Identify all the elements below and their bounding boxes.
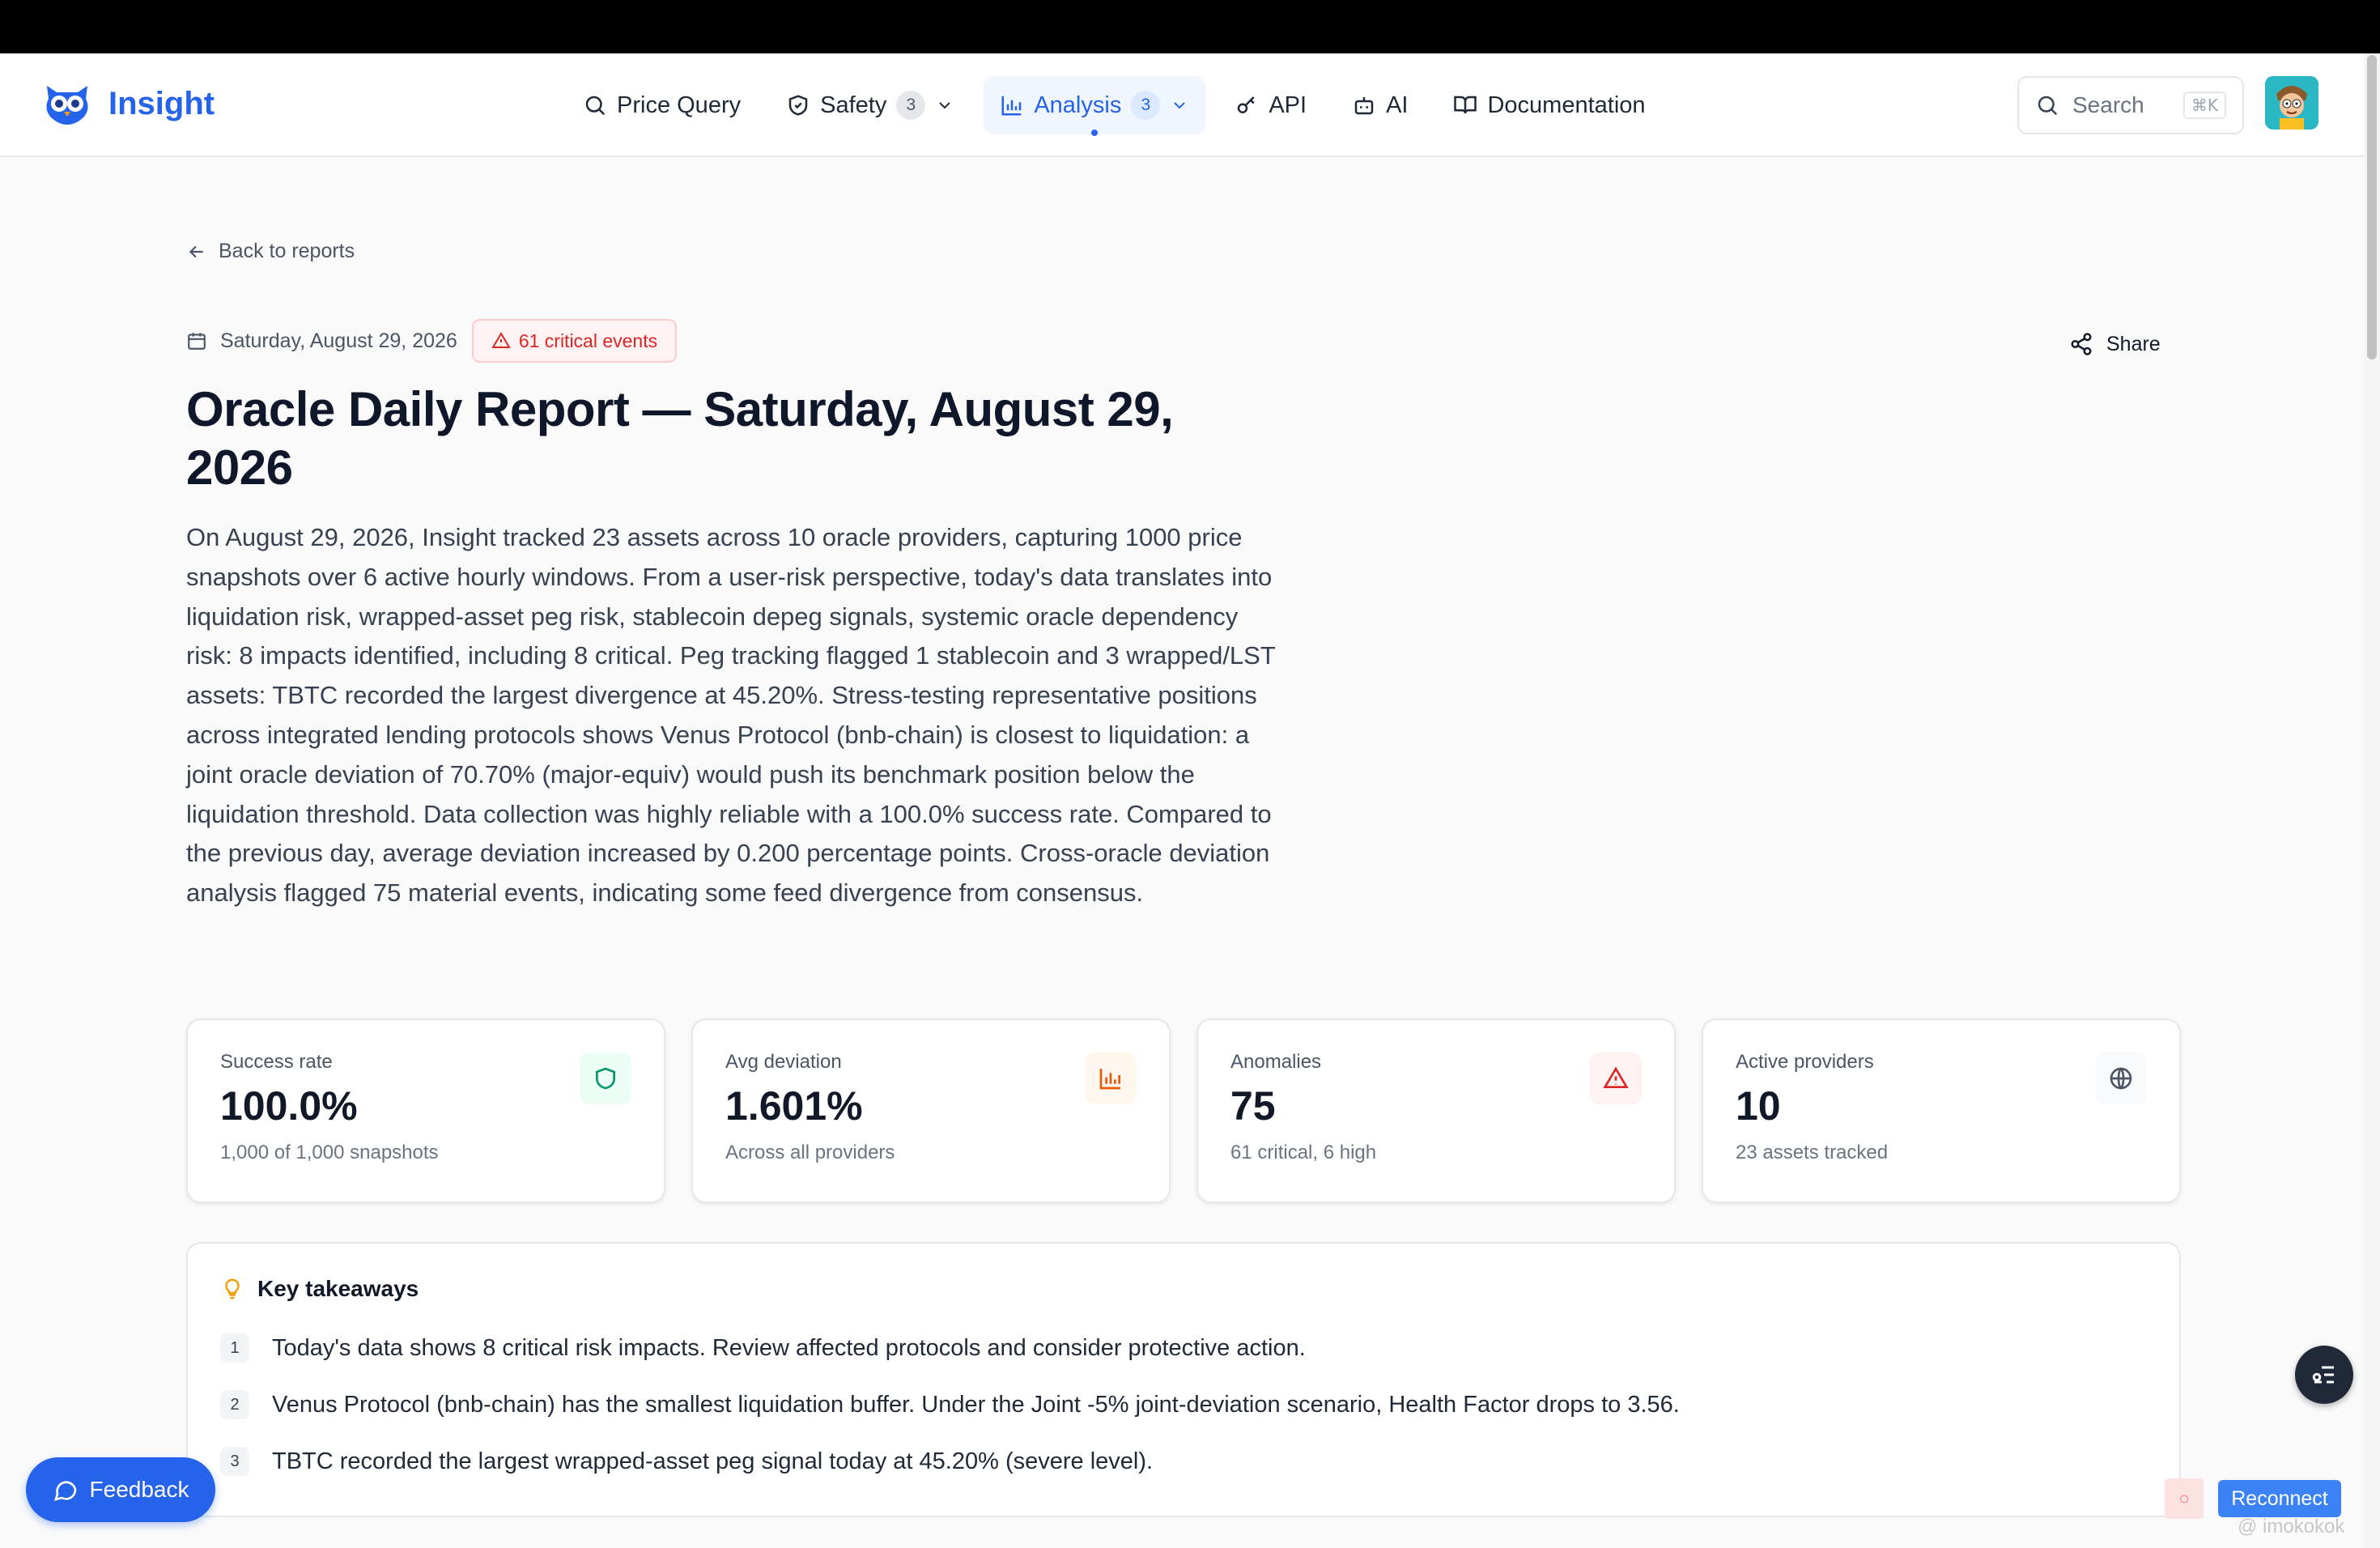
stat-icon-box (1590, 1053, 1642, 1104)
shield-icon (596, 1067, 615, 1090)
nav-price-query[interactable]: Price Query (567, 76, 757, 134)
search-button[interactable]: Search ⌘K (2017, 76, 2244, 134)
critical-events-badge: 61 critical events (471, 319, 678, 363)
bar-chart-icon (1001, 96, 1022, 116)
watermark: @ imokokok (2238, 1516, 2345, 1537)
app-logo[interactable]: Insight (42, 81, 215, 126)
nav-label: Safety (820, 91, 887, 118)
stat-label: Avg deviation (725, 1051, 842, 1073)
report-date: Saturday, August 29, 2026 (220, 329, 457, 352)
nav-badge: 3 (896, 91, 926, 120)
user-avatar-icon (2265, 76, 2318, 130)
stat-icon-box (2095, 1053, 2147, 1104)
alert-triangle-icon (491, 332, 511, 348)
nav-badge: 3 (1131, 91, 1161, 120)
item-number: 2 (220, 1390, 249, 1419)
nav-safety[interactable]: Safety 3 (770, 76, 971, 134)
share-icon (2071, 333, 2092, 355)
nav-label: Documentation (1487, 91, 1646, 118)
toggle-list-icon (2312, 1366, 2334, 1384)
back-label: Back to reports (219, 240, 355, 262)
takeaways-title: Key takeaways (257, 1276, 419, 1301)
stat-label: Success rate (220, 1051, 333, 1073)
stat-icon-box (1085, 1053, 1137, 1104)
nav-label: AI (1386, 91, 1409, 118)
book-icon (1454, 96, 1477, 114)
nav-analysis[interactable]: Analysis 3 (984, 76, 1206, 136)
critical-events-label: 61 critical events (518, 330, 658, 351)
nav-api[interactable]: API (1218, 76, 1323, 134)
key-takeaways-panel: Key takeaways 1 Today's data shows 8 cri… (186, 1242, 2181, 1517)
globe-icon (2110, 1067, 2132, 1090)
calendar-icon (188, 333, 206, 350)
item-text: TBTC recorded the largest wrapped-asset … (272, 1448, 1154, 1474)
list-item: 1 Today's data shows 8 critical risk imp… (220, 1320, 2147, 1376)
connection-status-indicator: ○ (2165, 1478, 2204, 1519)
page-scrollbar[interactable] (2364, 53, 2380, 1548)
search-icon (585, 96, 606, 116)
chat-bubble-icon (53, 1481, 76, 1501)
bot-icon (1354, 97, 1374, 115)
item-text: Today's data shows 8 critical risk impac… (272, 1334, 1306, 1361)
avatar[interactable] (2265, 76, 2318, 130)
lightbulb-icon (225, 1278, 240, 1299)
key-icon (1238, 96, 1255, 113)
takeaways-header: Key takeaways (220, 1276, 2147, 1302)
back-to-reports-link[interactable]: Back to reports (186, 240, 355, 263)
search-icon (2038, 96, 2058, 116)
stat-label: Anomalies (1230, 1051, 1322, 1073)
item-text: Venus Protocol (bnb-chain) has the small… (272, 1391, 1680, 1418)
share-label: Share (2106, 332, 2161, 355)
alert-triangle-icon (1603, 1066, 1629, 1088)
takeaways-list: 1 Today's data shows 8 critical risk imp… (220, 1320, 2147, 1490)
active-indicator (1091, 130, 1099, 136)
nav-ai[interactable]: AI (1336, 76, 1424, 134)
window-top-bar (0, 0, 2380, 53)
share-button[interactable]: Share (2069, 332, 2161, 356)
reconnect-button[interactable]: Reconnect (2218, 1480, 2341, 1517)
feedback-label: Feedback (89, 1477, 189, 1502)
item-number: 1 (220, 1333, 249, 1363)
stat-value: 1.601% (725, 1083, 863, 1129)
app-name: Insight (108, 85, 215, 121)
nav-label: Analysis (1034, 91, 1122, 118)
stat-card-active-providers: Active providers 10 23 assets tracked (1702, 1019, 2181, 1203)
stat-value: 75 (1230, 1083, 1276, 1129)
stats-cards: Success rate 100.0% 1,000 of 1,000 snaps… (186, 1019, 2181, 1203)
arrow-left-icon (189, 245, 203, 257)
feedback-button[interactable]: Feedback (26, 1457, 215, 1522)
list-item: 3 TBTC recorded the largest wrapped-asse… (220, 1433, 2147, 1490)
stat-value: 100.0% (220, 1083, 358, 1129)
chevron-down-icon (1174, 102, 1186, 109)
nav-documentation[interactable]: Documentation (1437, 76, 1661, 134)
floating-menu-button[interactable] (2295, 1346, 2353, 1404)
bar-chart-icon (1099, 1069, 1120, 1090)
nav-label: Price Query (617, 91, 742, 118)
stat-card-success-rate: Success rate 100.0% 1,000 of 1,000 snaps… (186, 1019, 665, 1203)
chevron-down-icon (939, 102, 951, 109)
stat-value: 10 (1736, 1083, 1781, 1129)
search-shortcut: ⌘K (2182, 91, 2226, 119)
shield-icon (788, 95, 808, 116)
stat-card-avg-deviation: Avg deviation 1.601% Across all provider… (691, 1019, 1171, 1203)
page-title: Oracle Daily Report — Saturday, August 2… (186, 382, 1174, 495)
nav-label: API (1269, 91, 1307, 118)
main-nav: Price Query Safety 3 Analysis 3 API AI D… (567, 76, 1662, 136)
stat-subtext: Across all providers (725, 1142, 895, 1163)
stat-subtext: 61 critical, 6 high (1230, 1142, 1377, 1163)
report-meta: Saturday, August 29, 2026 61 critical ev… (186, 319, 678, 363)
stat-subtext: 23 assets tracked (1736, 1142, 1889, 1163)
search-label: Search (2072, 92, 2144, 117)
report-summary: On August 29, 2026, Insight tracked 23 a… (186, 523, 1276, 908)
stat-label: Active providers (1736, 1051, 1874, 1073)
list-item: 2 Venus Protocol (bnb-chain) has the sma… (220, 1376, 2147, 1433)
stat-subtext: 1,000 of 1,000 snapshots (220, 1142, 439, 1163)
owl-logo-icon (46, 86, 88, 125)
item-number: 3 (220, 1447, 249, 1476)
app-header: Insight Price Query Safety 3 Analysis 3 … (0, 53, 2364, 157)
scrollbar-thumb[interactable] (2367, 55, 2377, 359)
stat-icon-box (580, 1053, 631, 1104)
stat-card-anomalies: Anomalies 75 61 critical, 6 high (1196, 1019, 1676, 1203)
